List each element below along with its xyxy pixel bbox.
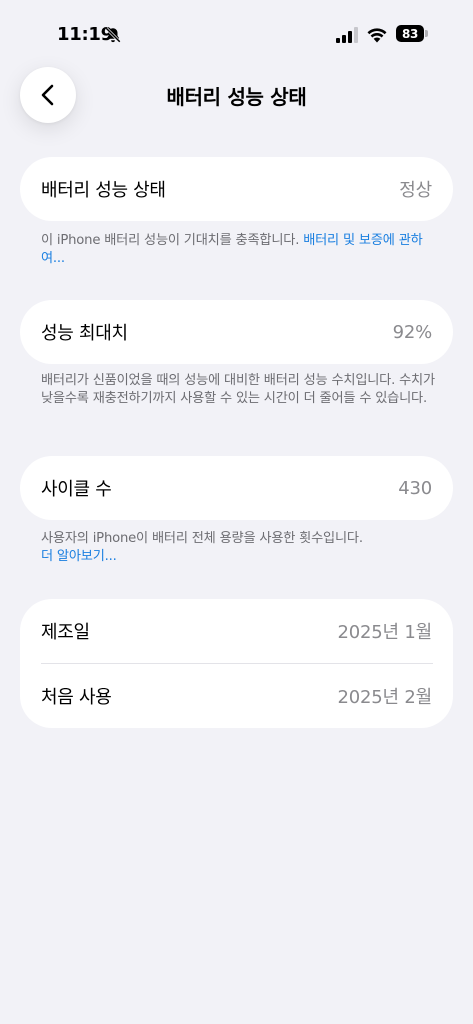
maximum-capacity-card: 성능 최대치 92%: [20, 300, 453, 364]
battery-icon: 83: [396, 25, 424, 42]
battery-health-footnote: 이 iPhone 배터리 성능이 기대치를 충족합니다. 배터리 및 보증에 관…: [41, 232, 441, 268]
battery-health-value: 정상: [399, 180, 432, 201]
page-title: 배터리 성능 상태: [166, 85, 307, 109]
maximum-capacity-footnote-text: 배터리가 신품이었을 때의 성능에 대비한 배터리 성능 수치입니다. 수치가 …: [41, 373, 435, 406]
battery-level: 83: [401, 26, 419, 41]
maximum-capacity-footnote: 배터리가 신품이었을 때의 성능에 대비한 배터리 성능 수치입니다. 수치가 …: [41, 372, 441, 408]
maximum-capacity-label: 성능 최대치: [41, 323, 128, 344]
battery-health-row: 배터리 성능 상태 정상: [20, 157, 453, 221]
maximum-capacity-row: 성능 최대치 92%: [20, 300, 453, 364]
wifi-icon: [367, 28, 387, 43]
battery-health-label: 배터리 성능 상태: [41, 180, 166, 201]
learn-more-link[interactable]: 더 알아보기...: [41, 549, 117, 564]
battery-health-footnote-text: 이 iPhone 배터리 성능이 기대치를 충족합니다.: [41, 233, 304, 248]
first-use-row: 처음 사용 2025년 2월: [20, 664, 453, 728]
cycle-count-footnote: 사용자의 iPhone이 배터리 전체 용량을 사용한 횟수입니다. 더 알아보…: [41, 530, 441, 566]
first-use-value: 2025년 2월: [337, 687, 432, 708]
maximum-capacity-value: 92%: [392, 321, 433, 343]
manufacture-date-value: 2025년 1월: [337, 622, 432, 643]
first-use-label: 처음 사용: [41, 687, 112, 708]
status-bar: 11:19 83: [0, 0, 473, 64]
cycle-count-label: 사이클 수: [41, 479, 112, 500]
battery-nub: [425, 30, 428, 37]
bell-slash-icon: [105, 27, 121, 43]
cycle-count-value: 430: [398, 477, 432, 499]
manufacture-date-label: 제조일: [41, 622, 90, 643]
dates-card: 제조일 2025년 1월 처음 사용 2025년 2월: [20, 599, 453, 728]
cycle-count-card: 사이클 수 430: [20, 456, 453, 520]
cellular-signal-icon: [336, 27, 358, 43]
manufacture-date-row: 제조일 2025년 1월: [20, 599, 453, 663]
battery-health-card: 배터리 성능 상태 정상: [20, 157, 453, 221]
cycle-count-row: 사이클 수 430: [20, 456, 453, 520]
cycle-count-footnote-text: 사용자의 iPhone이 배터리 전체 용량을 사용한 횟수입니다.: [41, 531, 363, 546]
